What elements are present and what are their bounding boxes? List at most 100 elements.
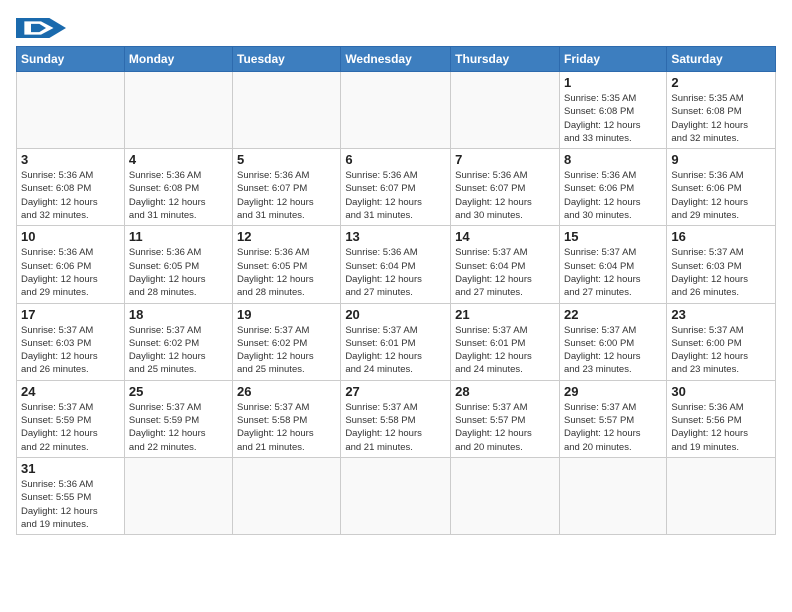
day-cell: 4 Sunrise: 5:36 AM Sunset: 6:08 PM Daylig…	[124, 149, 232, 226]
day-cell	[17, 72, 125, 149]
week-row-3: 10 Sunrise: 5:36 AM Sunset: 6:06 PM Dayli…	[17, 226, 776, 303]
day-cell: 3Sunrise: 5:36 AM Sunset: 6:08 PM Daylig…	[17, 149, 125, 226]
day-number: 24	[21, 384, 120, 399]
day-cell	[451, 72, 560, 149]
day-cell	[451, 457, 560, 534]
day-number: 12	[237, 229, 336, 244]
day-cell: 8 Sunrise: 5:36 AM Sunset: 6:06 PM Daylig…	[559, 149, 666, 226]
day-number: 28	[455, 384, 555, 399]
day-cell: 31Sunrise: 5:36 AM Sunset: 5:55 PM Dayli…	[17, 457, 125, 534]
day-cell	[559, 457, 666, 534]
day-header-monday: Monday	[124, 47, 232, 72]
day-info: Sunrise: 5:37 AM Sunset: 6:03 PM Dayligh…	[671, 246, 771, 299]
day-info: Sunrise: 5:36 AM Sunset: 6:04 PM Dayligh…	[345, 246, 446, 299]
day-info: Sunrise: 5:37 AM Sunset: 5:57 PM Dayligh…	[564, 401, 662, 454]
day-cell: 20Sunrise: 5:37 AM Sunset: 6:01 PM Dayli…	[341, 303, 451, 380]
day-number: 29	[564, 384, 662, 399]
logo	[16, 16, 66, 38]
day-info: Sunrise: 5:37 AM Sunset: 6:04 PM Dayligh…	[564, 246, 662, 299]
day-number: 8	[564, 152, 662, 167]
day-number: 19	[237, 307, 336, 322]
day-cell: 11 Sunrise: 5:36 AM Sunset: 6:05 PM Dayli…	[124, 226, 232, 303]
week-row-6: 31Sunrise: 5:36 AM Sunset: 5:55 PM Dayli…	[17, 457, 776, 534]
day-number: 2	[671, 75, 771, 90]
day-cell: 19 Sunrise: 5:37 AM Sunset: 6:02 PM Dayli…	[233, 303, 341, 380]
day-info: Sunrise: 5:37 AM Sunset: 6:00 PM Dayligh…	[671, 324, 771, 377]
day-info: Sunrise: 5:37 AM Sunset: 5:57 PM Dayligh…	[455, 401, 555, 454]
day-cell: 21 Sunrise: 5:37 AM Sunset: 6:01 PM Dayli…	[451, 303, 560, 380]
day-number: 7	[455, 152, 555, 167]
day-info: Sunrise: 5:36 AM Sunset: 6:08 PM Dayligh…	[21, 169, 120, 222]
day-info: Sunrise: 5:36 AM Sunset: 6:07 PM Dayligh…	[455, 169, 555, 222]
day-number: 27	[345, 384, 446, 399]
day-info: Sunrise: 5:36 AM Sunset: 6:07 PM Dayligh…	[345, 169, 446, 222]
day-info: Sunrise: 5:37 AM Sunset: 5:58 PM Dayligh…	[237, 401, 336, 454]
day-info: Sunrise: 5:36 AM Sunset: 6:06 PM Dayligh…	[564, 169, 662, 222]
day-number: 15	[564, 229, 662, 244]
day-cell	[341, 457, 451, 534]
day-cell: 13 Sunrise: 5:36 AM Sunset: 6:04 PM Dayli…	[341, 226, 451, 303]
day-number: 25	[129, 384, 228, 399]
day-header-saturday: Saturday	[667, 47, 776, 72]
day-cell: 1Sunrise: 5:35 AM Sunset: 6:08 PM Daylig…	[559, 72, 666, 149]
day-header-tuesday: Tuesday	[233, 47, 341, 72]
day-cell: 28 Sunrise: 5:37 AM Sunset: 5:57 PM Dayli…	[451, 380, 560, 457]
day-number: 20	[345, 307, 446, 322]
day-cell: 25 Sunrise: 5:37 AM Sunset: 5:59 PM Dayli…	[124, 380, 232, 457]
day-number: 23	[671, 307, 771, 322]
day-info: Sunrise: 5:37 AM Sunset: 6:00 PM Dayligh…	[564, 324, 662, 377]
day-cell: 10 Sunrise: 5:36 AM Sunset: 6:06 PM Dayli…	[17, 226, 125, 303]
day-info: Sunrise: 5:36 AM Sunset: 6:05 PM Dayligh…	[129, 246, 228, 299]
day-cell: 9Sunrise: 5:36 AM Sunset: 6:06 PM Daylig…	[667, 149, 776, 226]
day-number: 22	[564, 307, 662, 322]
week-row-4: 17 Sunrise: 5:37 AM Sunset: 6:03 PM Dayli…	[17, 303, 776, 380]
day-info: Sunrise: 5:37 AM Sunset: 6:03 PM Dayligh…	[21, 324, 120, 377]
day-number: 16	[671, 229, 771, 244]
day-info: Sunrise: 5:36 AM Sunset: 6:08 PM Dayligh…	[129, 169, 228, 222]
day-header-sunday: Sunday	[17, 47, 125, 72]
week-row-1: 1Sunrise: 5:35 AM Sunset: 6:08 PM Daylig…	[17, 72, 776, 149]
day-number: 21	[455, 307, 555, 322]
day-cell: 5Sunrise: 5:36 AM Sunset: 6:07 PM Daylig…	[233, 149, 341, 226]
day-cell: 26 Sunrise: 5:37 AM Sunset: 5:58 PM Dayli…	[233, 380, 341, 457]
logo-icon	[16, 18, 66, 38]
day-cell	[667, 457, 776, 534]
day-info: Sunrise: 5:37 AM Sunset: 6:01 PM Dayligh…	[455, 324, 555, 377]
day-number: 4	[129, 152, 228, 167]
week-row-2: 3Sunrise: 5:36 AM Sunset: 6:08 PM Daylig…	[17, 149, 776, 226]
day-cell: 29 Sunrise: 5:37 AM Sunset: 5:57 PM Dayli…	[559, 380, 666, 457]
day-info: Sunrise: 5:36 AM Sunset: 6:05 PM Dayligh…	[237, 246, 336, 299]
day-cell: 17 Sunrise: 5:37 AM Sunset: 6:03 PM Dayli…	[17, 303, 125, 380]
day-cell	[124, 457, 232, 534]
day-cell	[124, 72, 232, 149]
day-number: 26	[237, 384, 336, 399]
day-info: Sunrise: 5:37 AM Sunset: 5:59 PM Dayligh…	[129, 401, 228, 454]
day-cell	[341, 72, 451, 149]
day-header-thursday: Thursday	[451, 47, 560, 72]
day-info: Sunrise: 5:36 AM Sunset: 6:06 PM Dayligh…	[671, 169, 771, 222]
day-info: Sunrise: 5:37 AM Sunset: 6:02 PM Dayligh…	[237, 324, 336, 377]
day-number: 13	[345, 229, 446, 244]
calendar-table: SundayMondayTuesdayWednesdayThursdayFrid…	[16, 46, 776, 535]
day-number: 30	[671, 384, 771, 399]
day-number: 10	[21, 229, 120, 244]
day-info: Sunrise: 5:36 AM Sunset: 6:06 PM Dayligh…	[21, 246, 120, 299]
days-of-week-row: SundayMondayTuesdayWednesdayThursdayFrid…	[17, 47, 776, 72]
day-number: 5	[237, 152, 336, 167]
day-number: 17	[21, 307, 120, 322]
day-info: Sunrise: 5:37 AM Sunset: 6:02 PM Dayligh…	[129, 324, 228, 377]
day-number: 1	[564, 75, 662, 90]
day-header-friday: Friday	[559, 47, 666, 72]
day-info: Sunrise: 5:36 AM Sunset: 5:56 PM Dayligh…	[671, 401, 771, 454]
day-cell: 22 Sunrise: 5:37 AM Sunset: 6:00 PM Dayli…	[559, 303, 666, 380]
calendar-header: SundayMondayTuesdayWednesdayThursdayFrid…	[17, 47, 776, 72]
day-info: Sunrise: 5:37 AM Sunset: 6:04 PM Dayligh…	[455, 246, 555, 299]
day-header-wednesday: Wednesday	[341, 47, 451, 72]
day-number: 11	[129, 229, 228, 244]
day-cell: 27Sunrise: 5:37 AM Sunset: 5:58 PM Dayli…	[341, 380, 451, 457]
day-cell: 6Sunrise: 5:36 AM Sunset: 6:07 PM Daylig…	[341, 149, 451, 226]
day-cell: 12 Sunrise: 5:36 AM Sunset: 6:05 PM Dayli…	[233, 226, 341, 303]
day-cell: 16 Sunrise: 5:37 AM Sunset: 6:03 PM Dayli…	[667, 226, 776, 303]
day-cell: 30 Sunrise: 5:36 AM Sunset: 5:56 PM Dayli…	[667, 380, 776, 457]
day-cell: 24Sunrise: 5:37 AM Sunset: 5:59 PM Dayli…	[17, 380, 125, 457]
